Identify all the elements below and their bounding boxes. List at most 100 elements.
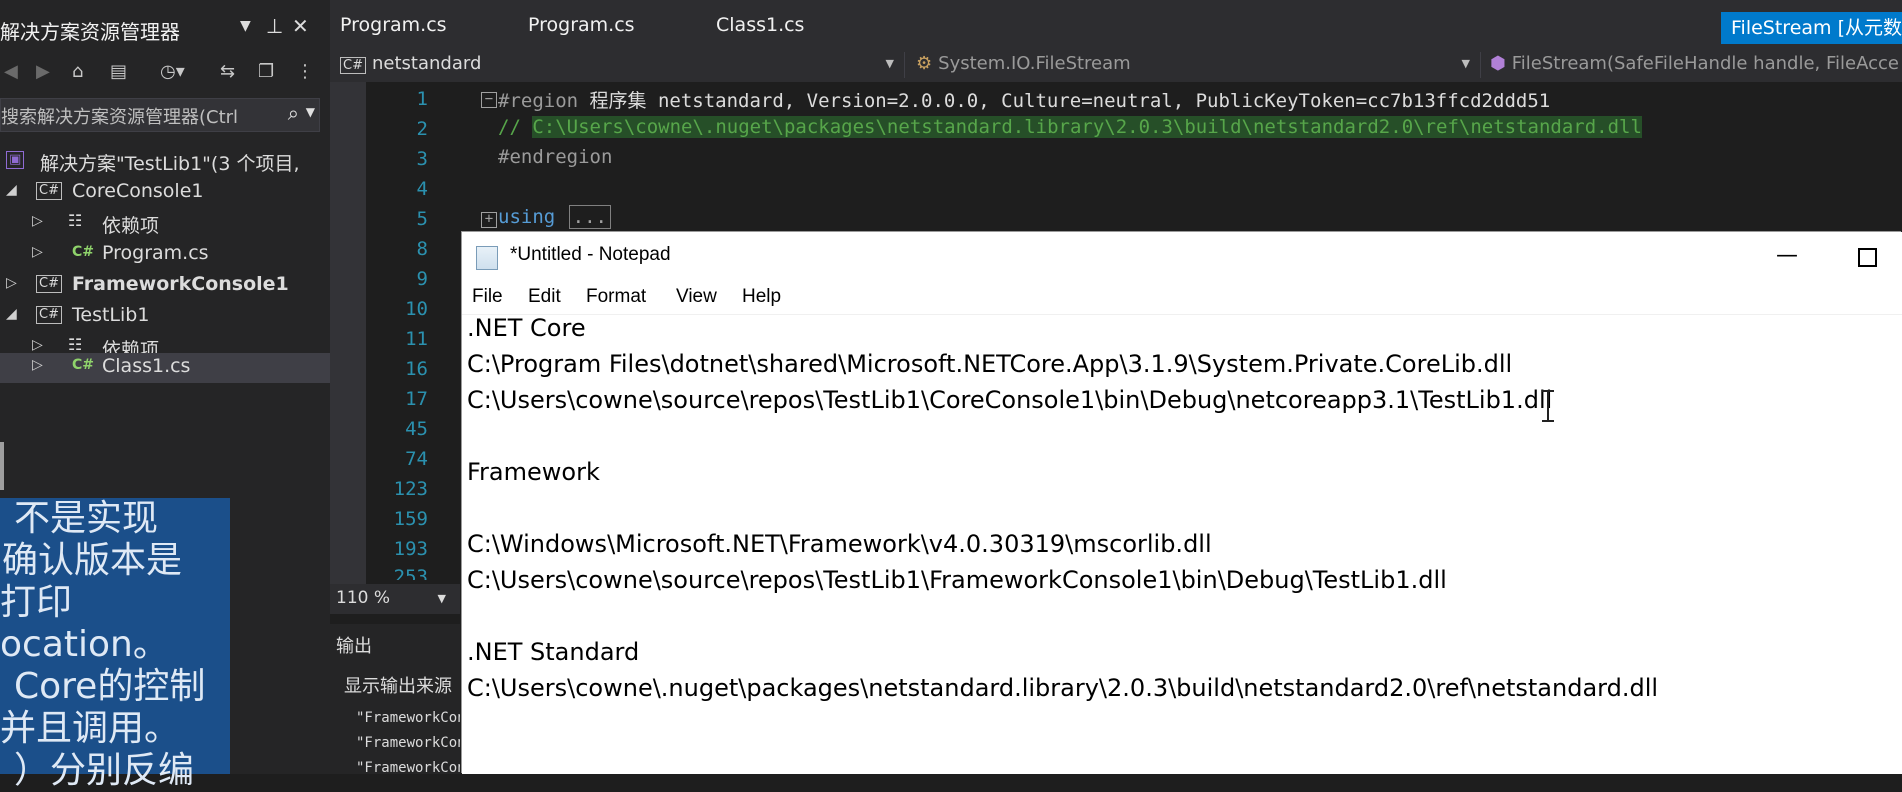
- notepad-text-area[interactable]: .NET Core C:\Program Files\dotnet\shared…: [462, 314, 1902, 774]
- text-line: C:\Windows\Microsoft.NET\Framework\v4.0.…: [467, 530, 1212, 558]
- line-number: 1: [416, 88, 428, 110]
- tab-program-cs[interactable]: Program.cs: [528, 14, 635, 36]
- tree-item-label: CoreConsole1: [72, 180, 204, 202]
- doc-line: 打印: [0, 582, 73, 623]
- collapse-region-icon[interactable]: −: [481, 92, 497, 108]
- expanded-arrow-icon[interactable]: ◢: [6, 182, 17, 198]
- collapsed-arrow-icon[interactable]: ▷: [6, 275, 17, 291]
- text-line: .NET Standard: [467, 638, 640, 666]
- region-text: 程序集 netstandard, Version=2.0.0.0, Cultur…: [578, 90, 1551, 112]
- maximize-icon: [1858, 248, 1877, 267]
- doc-line: 并且调用。: [0, 708, 181, 749]
- tree-item-label: 依赖项: [102, 215, 160, 237]
- back-icon[interactable]: ◀: [4, 61, 18, 82]
- chevron-down-icon[interactable]: ▼: [306, 105, 315, 119]
- tree-item-label: TestLib1: [72, 304, 150, 326]
- line-number: 3: [416, 148, 428, 170]
- expanded-arrow-icon[interactable]: ◢: [6, 306, 17, 322]
- notepad-title-bar[interactable]: *Untitled - Notepad —: [462, 232, 1902, 280]
- solution-explorer-toolbar: ◀ ▶ ⌂ ▤ ◷▾ ⇆ ❐ ⋮: [0, 55, 330, 91]
- background-document-fragment: 不是实现 确认版本是 打印 ocation。 Core的控制 并且调用。 ）分别…: [0, 498, 230, 791]
- tree-item-testlib1[interactable]: ◢ C# TestLib1: [0, 302, 330, 332]
- member-dropdown[interactable]: ⬢ FileStream(SafeFileHandle handle, FileA…: [1490, 50, 1902, 78]
- switch-views-icon[interactable]: ▤: [110, 61, 127, 82]
- pending-changes-filter-icon[interactable]: ◷▾: [160, 61, 185, 82]
- class-icon: ⚙: [916, 53, 933, 74]
- scrollbar-thumb[interactable]: [0, 442, 4, 490]
- tree-item-class1-cs[interactable]: ▷ C# Class1.cs: [0, 353, 330, 383]
- minimize-button[interactable]: —: [1762, 236, 1812, 276]
- collapsed-arrow-icon[interactable]: ▷: [32, 213, 43, 229]
- collapse-all-icon[interactable]: ❐: [258, 61, 274, 82]
- tree-item-solution[interactable]: ▣ 解决方案"TestLib1"(3 个项目,: [0, 147, 330, 177]
- output-line: "FrameworkConsole1: [356, 710, 460, 726]
- zoom-control[interactable]: 110 % ▼: [330, 584, 460, 614]
- using-keyword: using: [498, 206, 556, 228]
- code-line-endregion: #endregion: [498, 146, 613, 168]
- forward-icon[interactable]: ▶: [36, 61, 50, 82]
- member-dropdown-value: FileStream(SafeFileHandle handle, FileAc…: [1511, 53, 1899, 74]
- collapsed-arrow-icon[interactable]: ▷: [32, 337, 43, 353]
- code-line-using: using ...: [498, 205, 611, 229]
- menu-file[interactable]: File: [472, 286, 503, 308]
- collapsed-arrow-icon[interactable]: ▷: [32, 244, 43, 260]
- tree-item-program-cs[interactable]: ▷ C# Program.cs: [0, 240, 330, 270]
- output-line: "FrameworkConsole1: [356, 735, 460, 751]
- tab-program-cs[interactable]: Program.cs: [340, 14, 447, 36]
- chevron-down-icon: ▼: [1461, 57, 1470, 70]
- text-line: Framework: [467, 458, 600, 486]
- collapsed-block[interactable]: ...: [568, 205, 611, 229]
- type-dropdown[interactable]: ⚙ System.IO.FileStream ▼: [916, 50, 1476, 78]
- tree-item-frameworkconsole1[interactable]: ▷ C# FrameworkConsole1: [0, 271, 330, 301]
- chevron-down-icon: ▼: [437, 592, 446, 605]
- menu-edit[interactable]: Edit: [528, 286, 561, 308]
- tree-item-label: Class1.cs: [102, 355, 191, 377]
- search-input[interactable]: 搜索解决方案资源管理器(Ctrl: [1, 103, 273, 129]
- search-icon[interactable]: ⌕: [288, 101, 299, 125]
- csharp-project-icon: C#: [340, 57, 366, 74]
- csharp-project-icon: C#: [36, 306, 62, 324]
- window-position-dropdown-icon[interactable]: ▼: [240, 18, 251, 34]
- doc-line: ocation。: [0, 624, 169, 665]
- code-line-region: #region 程序集 netstandard, Version=2.0.0.0…: [498, 86, 1550, 113]
- line-number: 10: [405, 298, 428, 320]
- tree-item-label: 解决方案"TestLib1"(3 个项目,: [40, 153, 300, 175]
- close-icon[interactable]: ✕: [292, 14, 309, 38]
- home-icon[interactable]: ⌂: [72, 61, 83, 82]
- text-cursor-icon: [1542, 390, 1554, 422]
- line-number: 8: [416, 238, 428, 260]
- zoom-level: 110 %: [336, 588, 391, 608]
- line-number: 5: [416, 208, 428, 230]
- text-line: C:\Users\cowne\.nuget\packages\netstanda…: [467, 674, 1659, 702]
- line-number: 9: [416, 268, 428, 290]
- csharp-file-icon: C#: [72, 244, 95, 260]
- doc-line: 不是实现: [14, 498, 159, 539]
- solution-explorer-title: 解决方案资源管理器: [0, 20, 180, 44]
- line-number: 4: [416, 178, 428, 200]
- more-options-icon[interactable]: ⋮: [296, 61, 314, 82]
- tree-item-coreconsole1[interactable]: ◢ C# CoreConsole1: [0, 178, 330, 208]
- type-dropdown-value: System.IO.FileStream: [938, 53, 1131, 74]
- solution-explorer-title-bar: 解决方案资源管理器 ▼ ⊥ ✕: [0, 10, 330, 46]
- tree-item-dependencies[interactable]: ▷ ☷ 依赖项: [0, 209, 330, 239]
- output-line: "FrameworkConsole1: [356, 760, 460, 774]
- menu-help[interactable]: Help: [742, 286, 781, 308]
- menu-format[interactable]: Format: [586, 286, 646, 308]
- collapsed-arrow-icon[interactable]: ▷: [32, 357, 43, 373]
- expand-region-icon[interactable]: +: [481, 212, 497, 228]
- pin-icon[interactable]: ⊥: [266, 14, 283, 38]
- tab-filestream-metadata[interactable]: FileStream [从元数: [1721, 12, 1902, 44]
- doc-line: Core的控制: [14, 666, 206, 707]
- menu-view[interactable]: View: [676, 286, 717, 308]
- sync-icon[interactable]: ⇆: [220, 61, 235, 82]
- comment-prefix: //: [498, 116, 533, 138]
- solution-explorer-search[interactable]: 搜索解决方案资源管理器(Ctrl ⌕ ▼: [0, 98, 320, 132]
- csharp-file-icon: C#: [72, 357, 95, 373]
- output-source-label[interactable]: 显示输出来源: [344, 672, 460, 698]
- output-title: 输出: [336, 636, 372, 657]
- csharp-project-icon: C#: [36, 275, 62, 293]
- navigation-bar: C# netstandard ▼ ⚙ System.IO.FileStream ▼ …: [330, 48, 1902, 83]
- tab-class1-cs[interactable]: Class1.cs: [716, 14, 804, 36]
- project-dropdown[interactable]: C# netstandard ▼: [340, 50, 900, 78]
- maximize-button[interactable]: [1840, 236, 1890, 276]
